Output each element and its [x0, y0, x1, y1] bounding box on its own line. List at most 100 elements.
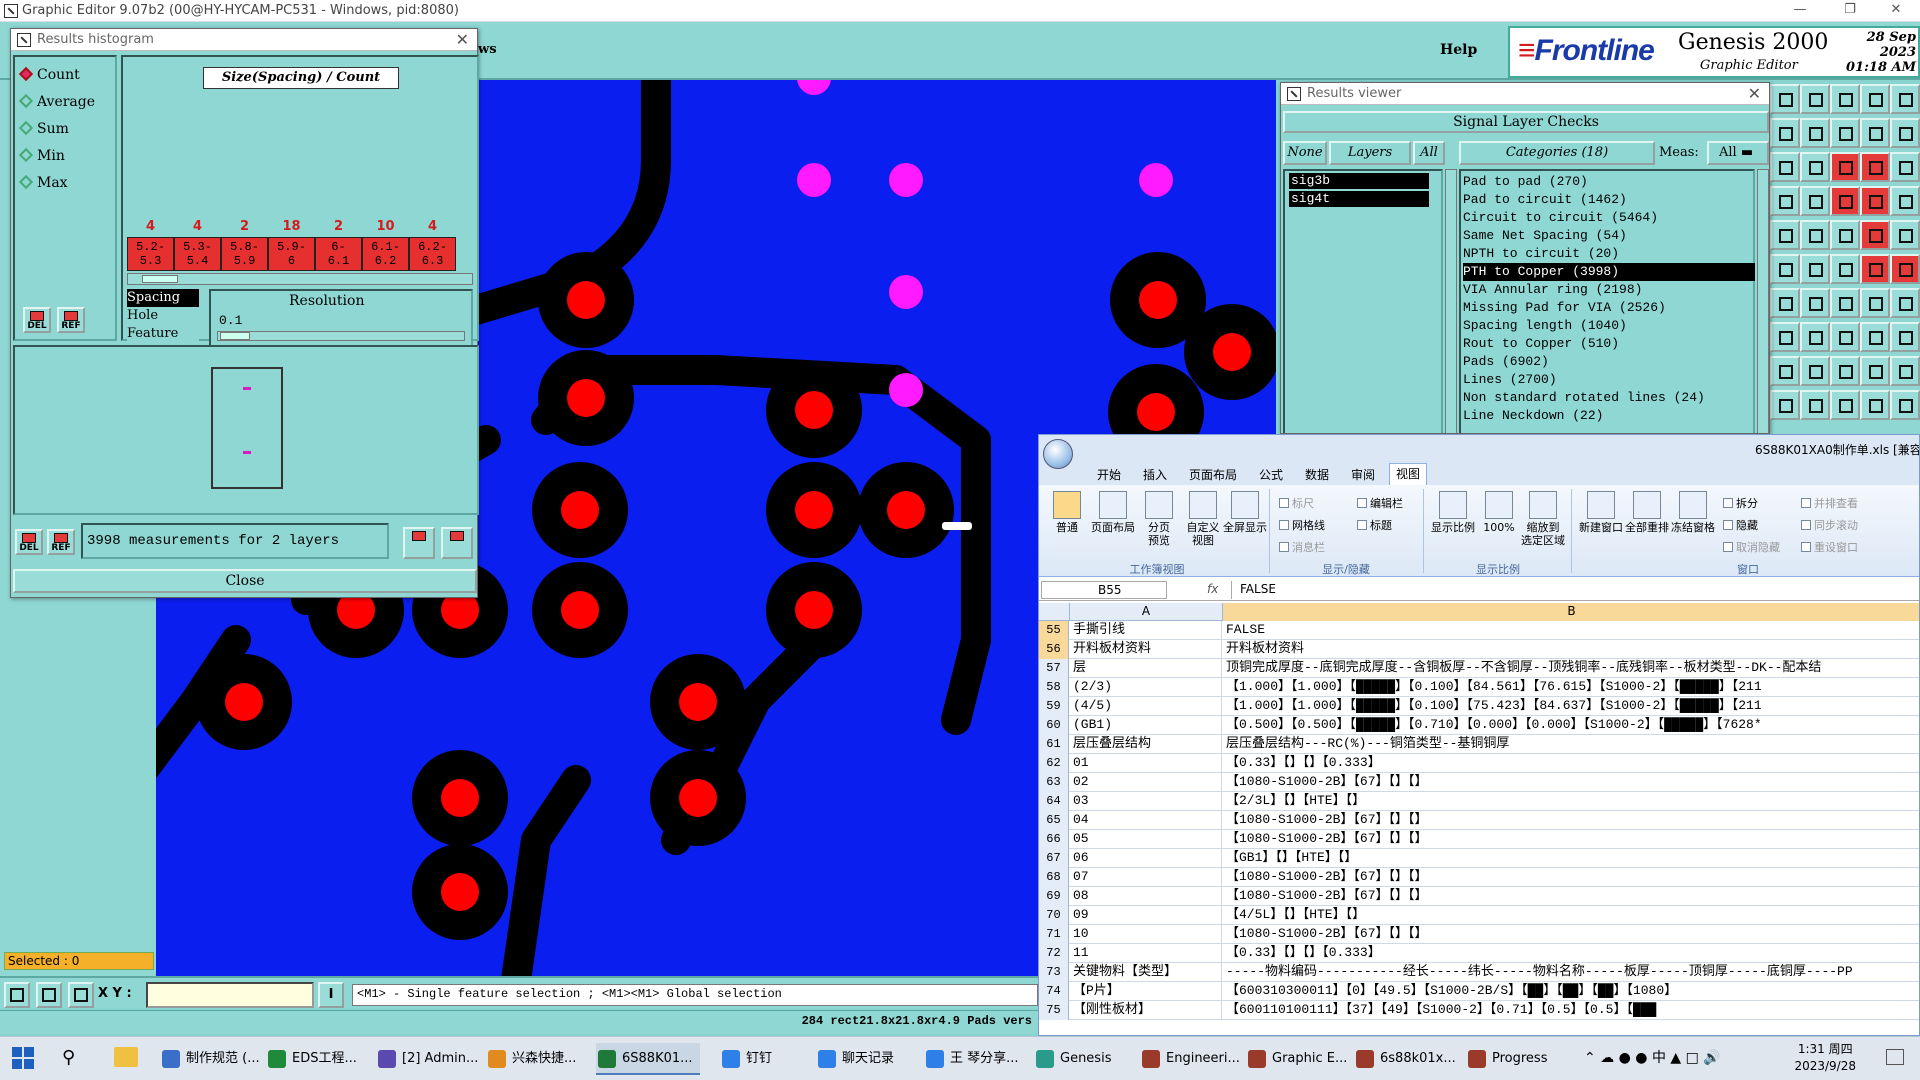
mode-radio-count[interactable]: Count — [18, 66, 80, 83]
side-by-side-button[interactable]: 并排查看 — [1801, 495, 1858, 511]
tool-button[interactable] — [1830, 390, 1860, 420]
cell-a[interactable]: 层压叠层结构 — [1070, 735, 1222, 754]
layers-scrollbar[interactable] — [1445, 169, 1457, 433]
pth-pad[interactable] — [679, 779, 717, 817]
tool-button[interactable] — [1830, 322, 1860, 352]
ribbon-tab[interactable]: 插入 — [1143, 466, 1167, 483]
row-number[interactable]: 68 — [1039, 868, 1069, 887]
table-row[interactable]: 62 01 【0.33】【】【】【0.333】 — [1039, 754, 1919, 773]
table-row[interactable]: 55 手撕引线 FALSE — [1039, 621, 1919, 640]
tool-button[interactable] — [1830, 356, 1860, 386]
notification-icon[interactable] — [1886, 1049, 1904, 1065]
print-button[interactable] — [441, 527, 473, 559]
cell-b[interactable]: -----物料编码-----------经长-----纬长-----物料名称--… — [1223, 963, 1919, 982]
table-row[interactable]: 72 11 【0.33】【】【】【0.333】 — [1039, 944, 1919, 963]
cell-b[interactable]: 层压叠层结构---RC(%)---铜箔类型--基铜铜厚 — [1223, 735, 1919, 754]
cell-a[interactable]: 【P片】 — [1070, 982, 1222, 1001]
pth-pad[interactable] — [225, 683, 263, 721]
formula-input[interactable]: FALSE — [1231, 581, 1919, 599]
tool-button[interactable] — [1830, 288, 1860, 318]
tool-button[interactable] — [1770, 152, 1800, 182]
measure-button[interactable] — [36, 982, 62, 1008]
table-row[interactable]: 73 关键物料【类型】 -----物料编码-----------经长-----纬长-… — [1039, 963, 1919, 982]
start-windows-icon[interactable] — [12, 1047, 34, 1069]
tool-button[interactable] — [1800, 220, 1830, 250]
row-number[interactable]: 74 — [1039, 982, 1069, 1001]
slider-thumb[interactable] — [220, 332, 250, 340]
tool-button[interactable] — [1770, 186, 1800, 216]
mode-radio-sum[interactable]: Sum — [18, 120, 69, 137]
cell-b[interactable]: 开料板材资料 — [1223, 640, 1919, 659]
tool-button[interactable] — [1890, 390, 1920, 420]
histogram-bin[interactable]: 6.2- 6.3 — [409, 237, 456, 271]
category-item[interactable]: Spacing length (1040) — [1463, 317, 1753, 335]
row-number[interactable]: 60 — [1039, 716, 1069, 735]
category-item[interactable]: Lines (2700) — [1463, 371, 1753, 389]
layers-none-button[interactable]: None — [1283, 141, 1327, 165]
select-all-corner[interactable] — [1039, 603, 1070, 621]
measure-type-spacing[interactable]: Spacing — [127, 289, 199, 307]
histogram-bin[interactable]: 5.9- 6 — [268, 237, 315, 271]
pth-pad[interactable] — [887, 491, 925, 529]
cell-a[interactable]: 04 — [1070, 811, 1222, 830]
category-item[interactable]: Line Neckdown (22) — [1463, 407, 1753, 425]
tool-button[interactable] — [1890, 118, 1920, 148]
table-row[interactable]: 70 09 【4/5L】【】【HTE】【】 — [1039, 906, 1919, 925]
histogram-scrollbar[interactable] — [127, 273, 473, 285]
scroll-thumb[interactable] — [142, 275, 178, 283]
row-number[interactable]: 64 — [1039, 792, 1069, 811]
tool-button[interactable] — [1800, 254, 1830, 284]
cell-b[interactable]: 【1080-S1000-2B】【67】【】【】 — [1223, 887, 1919, 906]
tool-button[interactable] — [1770, 288, 1800, 318]
cell-a[interactable]: 【刚性板材】 — [1070, 1001, 1222, 1020]
tool-button[interactable] — [1890, 288, 1920, 318]
tool-button[interactable] — [1770, 322, 1800, 352]
ribbon-tab[interactable]: 数据 — [1305, 466, 1329, 483]
table-row[interactable]: 65 04 【1080-S1000-2B】【67】【】【】 — [1039, 811, 1919, 830]
measure-type-list[interactable]: Spacing Hole Feature — [127, 289, 199, 351]
tool-button[interactable] — [1800, 390, 1830, 420]
tool-button[interactable] — [1830, 84, 1860, 114]
tool-button[interactable] — [1770, 254, 1800, 284]
table-row[interactable]: 69 08 【1080-S1000-2B】【67】【】【】 — [1039, 887, 1919, 906]
category-item[interactable]: Pad to pad (270) — [1463, 173, 1753, 191]
zoom-button[interactable]: 显示比例 — [1429, 491, 1477, 534]
table-row[interactable]: 68 07 【1080-S1000-2B】【67】【】【】 — [1039, 868, 1919, 887]
cell-a[interactable]: 03 — [1070, 792, 1222, 811]
split-button[interactable]: 拆分 — [1723, 495, 1758, 511]
table-row[interactable]: 56 开料板材资料 开料板材资料 — [1039, 640, 1919, 659]
cell-a[interactable]: 08 — [1070, 887, 1222, 906]
via-pad[interactable] — [1139, 163, 1173, 197]
categories-scrollbar[interactable] — [1757, 169, 1769, 433]
histogram-bin[interactable]: 5.3- 5.4 — [174, 237, 221, 271]
table-row[interactable]: 66 05 【1080-S1000-2B】【67】【】【】 — [1039, 830, 1919, 849]
row-number[interactable]: 55 — [1039, 621, 1069, 640]
tool-button[interactable] — [1800, 118, 1830, 148]
table-row[interactable]: 59 (4/5) 【1.000】【1.000】【█████】【0.100】【75.4… — [1039, 697, 1919, 716]
layer-item[interactable]: sig4t — [1289, 191, 1429, 207]
pth-pad[interactable] — [795, 491, 833, 529]
pth-pad[interactable] — [1139, 281, 1177, 319]
tool-button[interactable] — [1890, 152, 1920, 182]
cell-b[interactable]: 【1080-S1000-2B】【67】【】【】 — [1223, 811, 1919, 830]
cell-a[interactable]: 01 — [1070, 754, 1222, 773]
table-row[interactable]: 75 【刚性板材】 【600110100111】【37】【49】【S1000-2】【… — [1039, 1001, 1919, 1020]
file-explorer-icon[interactable] — [114, 1047, 138, 1067]
cell-a[interactable]: 层 — [1070, 659, 1222, 678]
pth-pad[interactable] — [1213, 333, 1251, 371]
histogram-bin[interactable]: 6.1- 6.2 — [362, 237, 409, 271]
tool-button[interactable] — [1830, 152, 1860, 182]
taskbar-item[interactable]: 钉钉 — [720, 1043, 824, 1075]
row-number[interactable]: 61 — [1039, 735, 1069, 754]
layer-item[interactable]: sig3b — [1289, 173, 1429, 189]
row-number[interactable]: 58 — [1039, 678, 1069, 697]
ribbon-tab[interactable]: 开始 — [1097, 466, 1121, 483]
tool-button[interactable] — [1800, 152, 1830, 182]
table-row[interactable]: 61 层压叠层结构 层压叠层结构---RC(%)---铜箔类型--基铜铜厚 — [1039, 735, 1919, 754]
via-pad[interactable] — [889, 373, 923, 407]
cell-b[interactable]: 【0.33】【】【】【0.333】 — [1223, 754, 1919, 773]
cell-b[interactable]: 【1.000】【1.000】【█████】【0.100】【84.561】【76.… — [1223, 678, 1919, 697]
row-number[interactable]: 72 — [1039, 944, 1069, 963]
via-pad[interactable] — [889, 163, 923, 197]
tool-button[interactable] — [1830, 186, 1860, 216]
